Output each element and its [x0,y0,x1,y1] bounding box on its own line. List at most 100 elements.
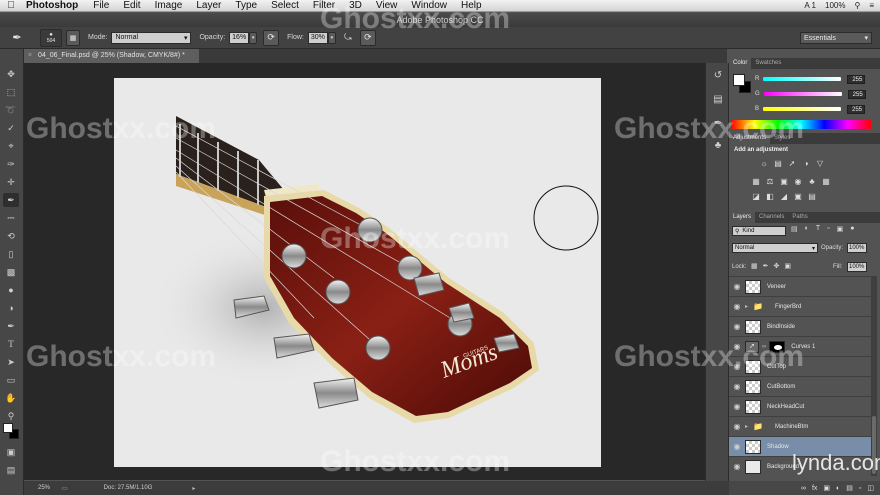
black-white-icon[interactable]: ▣ [779,176,789,186]
flow-slider-toggle-icon[interactable]: ▾ [327,31,336,44]
pixel-filter-icon[interactable]: ▤ [791,225,798,233]
blue-value[interactable]: 255 [847,104,866,114]
eye-icon[interactable]: ◉ [729,382,745,391]
flow-input[interactable]: 30% [307,31,328,44]
layer-row-neckheadcut[interactable]: ◉ NeckHeadCut [729,396,871,416]
history-brush-tool-icon[interactable]: ⟲ [3,229,19,243]
menu-type[interactable]: Type [228,0,264,12]
link-icon[interactable]: ∞ [762,344,766,350]
tab-paths[interactable]: Paths [788,212,811,223]
healing-brush-tool-icon[interactable]: ✛ [3,175,19,189]
hue-saturation-icon[interactable]: ▦ [751,176,761,186]
tab-styles[interactable]: Styles [770,133,794,144]
status-menu-arrow-icon[interactable]: ▸ [192,485,195,492]
apple-menu-icon[interactable]:  [0,0,22,11]
red-value[interactable]: 255 [847,74,866,84]
tab-channels[interactable]: Channels [755,212,788,223]
eye-icon[interactable]: ◉ [729,322,745,331]
close-icon[interactable]: × [28,52,32,59]
add-mask-icon[interactable]: ▣ [823,484,830,492]
history-panel-icon[interactable]: ↺ [710,67,726,83]
green-track[interactable] [763,92,842,96]
eyedropper-tool-icon[interactable]: ✑ [3,157,19,171]
layer-mask-thumbnail[interactable] [769,340,786,353]
crop-tool-icon[interactable]: ⌖ [3,139,19,153]
filter-toggle-icon[interactable]: ● [850,225,854,233]
brush-tool-preset-icon[interactable]: ✒ [6,30,28,46]
menu-file[interactable]: File [86,0,116,12]
menu-3d[interactable]: 3D [342,0,369,12]
eye-icon[interactable]: ◉ [729,462,745,471]
list-icon[interactable]: ≡ [869,0,874,12]
eraser-tool-icon[interactable]: ▯ [3,247,19,261]
brush-panel-toggle-icon[interactable]: ▦ [66,29,80,46]
eye-icon[interactable]: ◉ [729,342,745,351]
color-panel-foreground-swatch[interactable] [733,74,745,86]
marquee-tool-icon[interactable]: ⬚ [3,85,19,99]
pressure-size-icon[interactable]: ⟳ [359,29,376,46]
lock-transparency-icon[interactable]: ▦ [751,262,758,270]
color-balance-icon[interactable]: ⚖ [765,176,775,186]
color-lookup-icon[interactable]: ▦ [821,176,831,186]
layer-blend-mode-select[interactable]: Normal ▾ [732,243,818,253]
levels-icon[interactable]: ▤ [773,158,783,168]
dodge-tool-icon[interactable]: ◑ [3,301,19,315]
menu-edit[interactable]: Edit [116,0,147,12]
vibrance-icon[interactable]: ▽ [815,158,825,168]
invert-icon[interactable]: ◪ [751,191,761,201]
gradient-map-icon[interactable]: ▤ [807,191,817,201]
brush-tool-icon[interactable]: ✒ [3,193,19,207]
posterize-icon[interactable]: ◧ [765,191,775,201]
layer-row-machinebtm[interactable]: ◉ ▸ 📁 MachineBtm [729,416,871,436]
quick-select-tool-icon[interactable]: ✓ [3,121,19,135]
fill-value[interactable]: 100% [847,262,867,272]
airbrush-icon[interactable]: ⤿ [340,30,356,46]
selective-color-icon[interactable]: ▣ [793,191,803,201]
mode-select[interactable]: Normal ▾ [111,31,192,44]
lock-all-icon[interactable]: ▣ [784,262,791,270]
layer-row-veneer[interactable]: ◉ Veneer [729,276,871,296]
eye-icon[interactable]: ◉ [729,362,745,371]
curves-icon[interactable]: ➚ [787,158,797,168]
menu-select[interactable]: Select [264,0,306,12]
layers-scrollbar[interactable] [871,276,877,476]
document-canvas[interactable]: Moms GUITARS [114,78,601,467]
tab-adjustments[interactable]: Adjustments [729,133,771,144]
zoom-tool-icon[interactable]: ⚲ [3,409,19,423]
quick-mask-icon[interactable]: ▣ [3,445,19,459]
canvas-workspace[interactable]: Moms GUITARS [24,63,705,480]
layer-row-curves[interactable]: ◉ ➚ ∞ Curves 1 [729,336,871,356]
channel-mixer-icon[interactable]: ♣ [807,176,817,186]
adjustment-filter-icon[interactable]: ◐ [805,225,809,233]
move-tool-icon[interactable]: ✥ [3,67,19,81]
red-track[interactable] [763,77,842,81]
menu-layer[interactable]: Layer [189,0,228,12]
zoom-level[interactable]: 25% [38,485,54,491]
clone-stamp-tool-icon[interactable]: ⎓ [3,211,19,225]
red-slider[interactable]: R 255 [755,74,877,84]
properties-panel-icon[interactable]: ▤ [710,91,726,107]
eye-icon[interactable]: ◉ [729,282,745,291]
app-menu[interactable]: Photoshop [22,0,86,11]
new-adjustment-icon[interactable]: ◐ [836,485,840,492]
document-tab[interactable]: × 04_06_Final.psd @ 25% (Shadow, CMYK/8#… [24,49,199,63]
lasso-tool-icon[interactable]: ➰ [3,103,19,117]
layer-row-bindinside[interactable]: ◉ BindInside [729,316,871,336]
eye-icon[interactable]: ◉ [729,402,745,411]
eye-icon[interactable]: ◉ [729,302,745,311]
pressure-opacity-icon[interactable]: ⟳ [263,29,280,46]
workspace-switcher[interactable]: Essentials ▾ [800,32,872,44]
path-selection-tool-icon[interactable]: ➤ [3,355,19,369]
type-filter-icon[interactable]: T [816,225,820,233]
delete-layer-icon[interactable]: ◫ [867,484,874,492]
expand-arrow-icon[interactable]: ▸ [745,423,753,430]
green-value[interactable]: 255 [847,89,866,99]
tab-color[interactable]: Color [729,58,752,69]
battery-status[interactable]: 100% [825,0,845,12]
menu-help[interactable]: Help [454,0,489,12]
new-group-icon[interactable]: ▤ [846,484,853,492]
eye-icon[interactable]: ◉ [729,422,745,431]
menu-view[interactable]: View [369,0,405,12]
eye-icon[interactable]: ◉ [729,442,745,451]
exposure-icon[interactable]: ◑ [801,158,811,168]
